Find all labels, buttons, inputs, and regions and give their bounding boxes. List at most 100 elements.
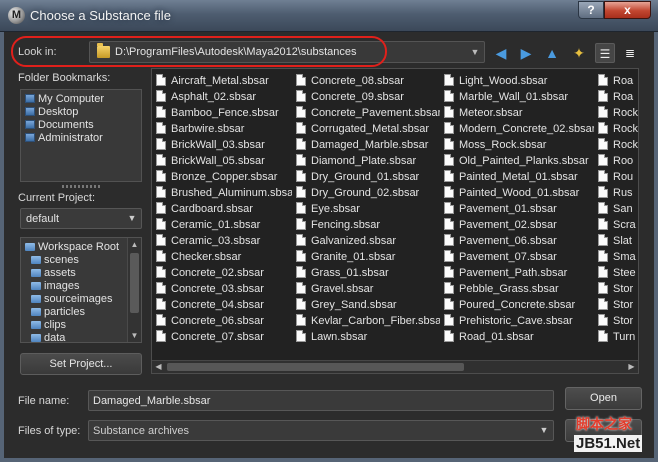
file-item[interactable]: Sma (598, 249, 638, 265)
file-item[interactable]: Meteor.sbsar (444, 105, 594, 121)
file-item[interactable]: Rus (598, 185, 638, 201)
file-item[interactable]: Dry_Ground_02.sbsar (296, 185, 440, 201)
bookmark-item[interactable]: Administrator (25, 132, 103, 145)
file-item[interactable]: Concrete_03.sbsar (156, 281, 292, 297)
file-item[interactable]: Turn (598, 329, 638, 345)
file-type-combo[interactable]: Substance archives ▼ (88, 420, 554, 441)
file-item[interactable]: Scra (598, 217, 638, 233)
bookmark-item[interactable]: Desktop (25, 106, 78, 119)
pane-splitter-handle[interactable] (62, 185, 100, 188)
tree-item[interactable]: sourceimages (31, 293, 112, 306)
file-item[interactable]: Cardboard.sbsar (156, 201, 292, 217)
back-arrow-icon[interactable]: ◀ (491, 43, 511, 63)
file-item[interactable]: Roo (598, 153, 638, 169)
file-item[interactable]: Grey_Sand.sbsar (296, 297, 440, 313)
chevron-down-icon[interactable]: ▼ (537, 423, 551, 438)
forward-arrow-icon[interactable]: ▶ (516, 43, 536, 63)
file-item[interactable]: Rock (598, 137, 638, 153)
file-item[interactable]: Bronze_Copper.sbsar (156, 169, 292, 185)
file-item[interactable]: Stor (598, 281, 638, 297)
file-item[interactable]: Concrete_08.sbsar (296, 73, 440, 89)
tree-item[interactable]: assets (31, 267, 76, 280)
file-item[interactable]: Pavement_01.sbsar (444, 201, 594, 217)
file-item[interactable]: Painted_Wood_01.sbsar (444, 185, 594, 201)
file-item[interactable]: Ceramic_03.sbsar (156, 233, 292, 249)
file-item[interactable]: Ceramic_01.sbsar (156, 217, 292, 233)
bookmark-item[interactable]: Documents (25, 119, 94, 132)
file-item[interactable]: Granite_01.sbsar (296, 249, 440, 265)
file-item[interactable]: Aircraft_Metal.sbsar (156, 73, 292, 89)
close-button[interactable]: x (604, 1, 651, 19)
file-item[interactable]: Corrugated_Metal.sbsar (296, 121, 440, 137)
bookmark-item[interactable]: My Computer (25, 93, 104, 106)
open-button[interactable]: Open (565, 387, 642, 410)
scroll-up-icon[interactable]: ▲ (128, 238, 141, 251)
tree-item[interactable]: particles (31, 306, 85, 319)
tree-item[interactable]: images (31, 280, 79, 293)
file-item[interactable]: Rock (598, 105, 638, 121)
file-item[interactable]: Grass_01.sbsar (296, 265, 440, 281)
file-item[interactable]: Pavement_07.sbsar (444, 249, 594, 265)
file-item[interactable]: Gravel.sbsar (296, 281, 440, 297)
help-button[interactable]: ? (578, 1, 604, 19)
file-list-scrollbar[interactable]: ◀ ▶ (152, 360, 638, 373)
scroll-thumb[interactable] (130, 253, 139, 313)
file-item[interactable]: BrickWall_03.sbsar (156, 137, 292, 153)
scroll-thumb[interactable] (167, 363, 464, 371)
file-item[interactable]: Stee (598, 265, 638, 281)
file-item[interactable]: Concrete_07.sbsar (156, 329, 292, 345)
list-view-icon[interactable]: ☰ (595, 43, 615, 63)
file-item[interactable]: Modern_Concrete_02.sbsar (444, 121, 594, 137)
scroll-right-icon[interactable]: ▶ (625, 361, 638, 373)
file-item[interactable]: Barbwire.sbsar (156, 121, 292, 137)
file-item[interactable]: Concrete_06.sbsar (156, 313, 292, 329)
scroll-left-icon[interactable]: ◀ (152, 361, 165, 373)
current-project-combo[interactable]: default ▼ (20, 208, 142, 229)
file-item[interactable]: Marble_Wall_01.sbsar (444, 89, 594, 105)
file-item[interactable]: Checker.sbsar (156, 249, 292, 265)
set-project-button[interactable]: Set Project... (20, 353, 142, 375)
file-item[interactable]: Concrete_04.sbsar (156, 297, 292, 313)
file-item[interactable]: Stor (598, 313, 638, 329)
chevron-down-icon[interactable]: ▼ (468, 44, 482, 60)
file-item[interactable]: Moss_Rock.sbsar (444, 137, 594, 153)
file-item[interactable]: San (598, 201, 638, 217)
detail-view-icon[interactable]: ≣ (620, 43, 640, 63)
file-item[interactable]: Road_01.sbsar (444, 329, 594, 345)
file-item[interactable]: Roa (598, 89, 638, 105)
file-item[interactable]: Rock (598, 121, 638, 137)
file-item[interactable]: Kevlar_Carbon_Fiber.sbsar (296, 313, 440, 329)
file-item[interactable]: Old_Painted_Planks.sbsar (444, 153, 594, 169)
tree-scrollbar[interactable]: ▲ ▼ (127, 238, 141, 342)
file-item[interactable]: Pavement_Path.sbsar (444, 265, 594, 281)
file-item[interactable]: Bamboo_Fence.sbsar (156, 105, 292, 121)
cancel-button[interactable] (565, 419, 642, 442)
file-item[interactable]: Brushed_Aluminum.sbsar (156, 185, 292, 201)
file-item[interactable]: Concrete_Pavement.sbsar (296, 105, 440, 121)
file-item[interactable]: Light_Wood.sbsar (444, 73, 594, 89)
up-folder-icon[interactable]: ▲ (542, 43, 562, 63)
chevron-down-icon[interactable]: ▼ (125, 211, 139, 226)
tree-item[interactable]: Workspace Root (25, 241, 119, 254)
file-item[interactable]: Eye.sbsar (296, 201, 440, 217)
file-item[interactable]: Damaged_Marble.sbsar (296, 137, 440, 153)
file-item[interactable]: Prehistoric_Cave.sbsar (444, 313, 594, 329)
file-item[interactable]: Pavement_02.sbsar (444, 217, 594, 233)
new-folder-icon[interactable]: ✦ (569, 43, 589, 63)
file-item[interactable]: Galvanized.sbsar (296, 233, 440, 249)
file-item[interactable]: BrickWall_05.sbsar (156, 153, 292, 169)
file-item[interactable]: Diamond_Plate.sbsar (296, 153, 440, 169)
look-in-combo[interactable]: D:\ProgramFiles\Autodesk\Maya2012\substa… (89, 41, 485, 63)
tree-item[interactable]: clips (31, 319, 66, 332)
file-item[interactable]: Concrete_02.sbsar (156, 265, 292, 281)
file-item[interactable]: Pavement_06.sbsar (444, 233, 594, 249)
file-item[interactable]: Roa (598, 73, 638, 89)
file-item[interactable]: Fencing.sbsar (296, 217, 440, 233)
file-item[interactable]: Rou (598, 169, 638, 185)
scroll-down-icon[interactable]: ▼ (128, 329, 141, 342)
file-item[interactable]: Asphalt_02.sbsar (156, 89, 292, 105)
file-item[interactable]: Dry_Ground_01.sbsar (296, 169, 440, 185)
tree-item[interactable]: scenes (31, 254, 79, 267)
file-item[interactable]: Painted_Metal_01.sbsar (444, 169, 594, 185)
file-item[interactable]: Slat (598, 233, 638, 249)
